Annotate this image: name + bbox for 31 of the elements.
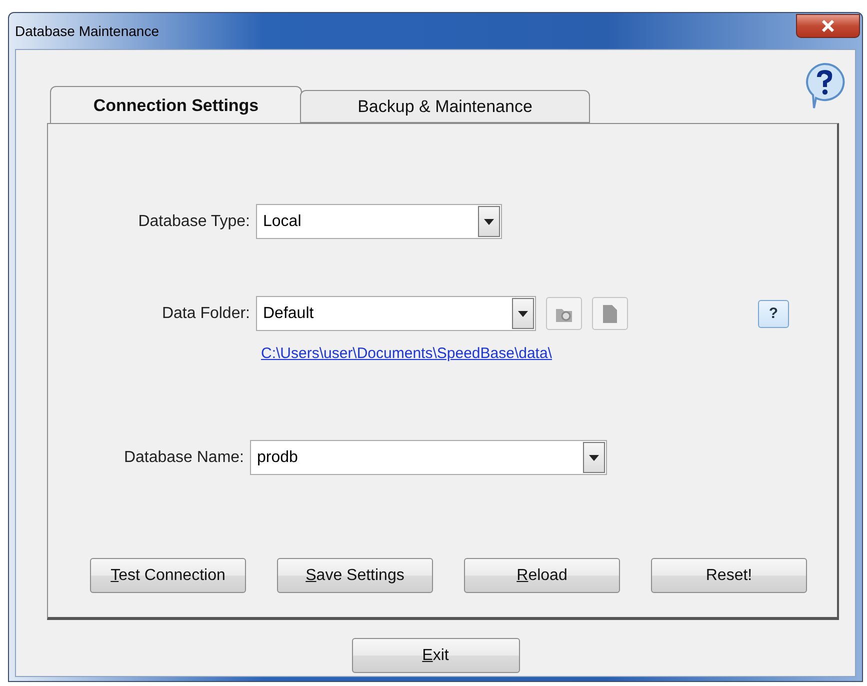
dropdown-button[interactable] <box>478 206 500 237</box>
caret-icon <box>589 454 599 460</box>
action-button[interactable]: Test Connection <box>90 558 246 593</box>
file-button[interactable] <box>592 297 628 330</box>
caret-icon <box>484 218 494 224</box>
exit-button[interactable]: Exit <box>352 638 520 673</box>
action-button[interactable]: Reload <box>464 558 620 593</box>
dropdown-button[interactable] <box>583 442 605 473</box>
dropdown-button[interactable] <box>512 298 534 329</box>
action-button[interactable]: Save Settings <box>277 558 433 593</box>
browse-button[interactable] <box>546 297 582 330</box>
window-title: Database Maintenance <box>15 23 159 39</box>
close-icon <box>821 20 835 32</box>
dropdown-value: prodb <box>257 448 298 466</box>
dropdown-value: Local <box>263 212 302 230</box>
help-button[interactable]: ? <box>758 300 789 328</box>
field-label: Data Folder: <box>160 304 250 322</box>
dropdown-field[interactable]: prodb <box>250 440 607 475</box>
document-icon <box>603 304 617 322</box>
folder-path-link[interactable]: C:\Users\user\Documents\SpeedBase\data\ <box>261 345 552 362</box>
dropdown-field[interactable]: Local <box>256 204 502 239</box>
field-label: Database Type: <box>137 212 250 230</box>
tab[interactable]: Backup & Maintenance <box>300 90 590 123</box>
help-icon[interactable] <box>803 62 845 110</box>
caret-icon <box>518 310 528 316</box>
tab[interactable]: Connection Settings <box>50 86 302 124</box>
dropdown-field[interactable]: Default <box>256 296 536 331</box>
field-label: Database Name: <box>122 448 244 466</box>
dropdown-value: Default <box>263 304 314 322</box>
action-button[interactable]: Reset! <box>651 558 807 593</box>
close-button[interactable] <box>796 14 860 38</box>
